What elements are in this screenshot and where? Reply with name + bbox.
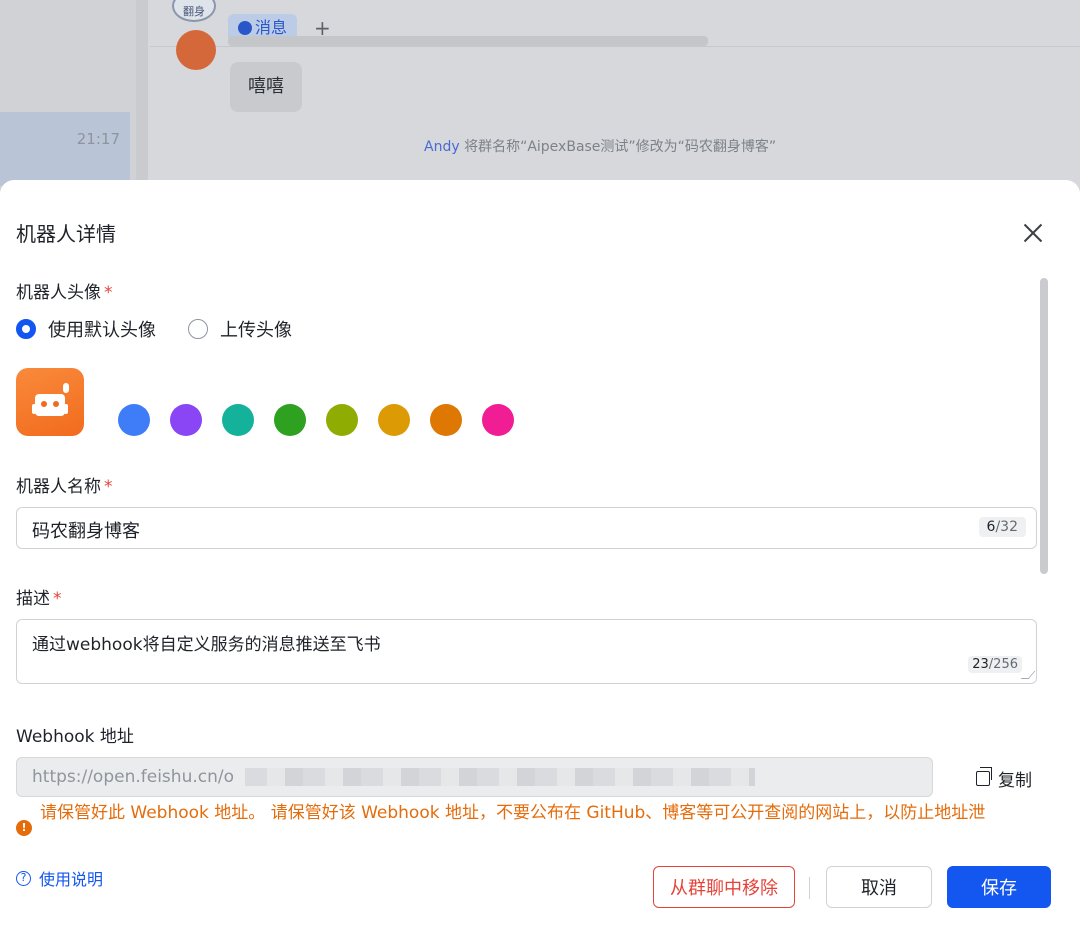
conversation-list: 21:17 (0, 0, 136, 200)
radio-default-avatar[interactable]: 使用默认头像 (16, 316, 156, 342)
description-label: 描述 * (16, 584, 62, 609)
avatar-color-swatch[interactable] (170, 404, 202, 436)
save-button[interactable]: 保存 (947, 866, 1051, 908)
description-textarea[interactable]: 通过webhook将自定义服务的消息推送至飞书 23/256 (16, 619, 1037, 684)
scrollbar-thumb[interactable] (1040, 278, 1048, 574)
tab-messages-label: 消息 (255, 18, 288, 37)
bot-avatar[interactable] (176, 30, 216, 70)
avatar-color-swatch[interactable] (118, 404, 150, 436)
description-char-counter: 23/256 (968, 656, 1022, 673)
warning-text: 请保管好此 Webhook 地址。 请保管好该 Webhook 地址，不要公布在… (40, 803, 986, 823)
chat-header-divider (150, 46, 1080, 47)
avatar-color-swatch[interactable] (274, 404, 306, 436)
conversation-time: 21:17 (76, 130, 120, 148)
name-char-counter: 6/32 (978, 517, 1026, 537)
message-icon (238, 21, 252, 35)
avatar-radio-group: 使用默认头像 上传头像 (16, 317, 292, 341)
button-divider (809, 877, 810, 899)
avatar-color-swatch[interactable] (430, 404, 462, 436)
resize-handle-icon[interactable] (1020, 671, 1036, 679)
avatar-color-swatch[interactable] (326, 404, 358, 436)
avatar-color-picker (118, 404, 534, 436)
help-label: 使用说明 (39, 870, 104, 889)
cancel-button[interactable]: 取消 (826, 866, 932, 908)
pane-divider[interactable] (136, 0, 148, 200)
radio-unchecked-icon (188, 319, 208, 339)
avatar-color-swatch[interactable] (222, 404, 254, 436)
avatar-color-swatch[interactable] (482, 404, 514, 436)
background-chat: 21:17 翻身 消息 + 嘻嘻 Andy 将群名称“AipexBase测试”修… (0, 0, 1080, 200)
webhook-url-field[interactable]: https://open.feishu.cn/o (16, 757, 933, 797)
webhook-url-value: https://open.feishu.cn/o (32, 767, 234, 787)
conversation-item-active[interactable]: 21:17 (0, 112, 130, 186)
robot-antenna (63, 383, 69, 393)
robot-avatar-preview (16, 368, 84, 436)
copy-button[interactable]: 复制 (976, 766, 1032, 791)
system-message: Andy 将群名称“AipexBase测试”修改为“码农翻身博客” (424, 136, 776, 156)
message-bubble: 嘻嘻 (230, 62, 302, 112)
desc-count: 23 (972, 657, 989, 672)
description-value: 通过webhook将自定义服务的消息推送至飞书 (32, 635, 381, 655)
question-icon: ? (16, 870, 31, 886)
required-mark: * (104, 283, 113, 303)
close-icon[interactable] (1020, 220, 1046, 246)
avatar-label-text: 机器人头像 (16, 283, 101, 303)
system-message-actor[interactable]: Andy (424, 139, 460, 155)
help-link[interactable]: ? 使用说明 (16, 866, 103, 890)
avatar-color-swatch[interactable] (378, 404, 410, 436)
remove-from-group-button[interactable]: 从群聊中移除 (653, 866, 795, 908)
radio-default-avatar-label: 使用默认头像 (48, 320, 156, 341)
required-mark: * (104, 477, 113, 497)
avatar-label: 机器人头像 * (16, 278, 113, 303)
system-message-text: 将群名称“AipexBase测试”修改为“码农翻身博客” (459, 139, 777, 155)
blurred-sender (228, 36, 708, 46)
radio-upload-avatar-label: 上传头像 (220, 320, 292, 341)
copy-icon (976, 767, 992, 786)
radio-upload-avatar[interactable]: 上传头像 (188, 316, 292, 342)
name-label-text: 机器人名称 (16, 477, 101, 497)
description-label-text: 描述 (16, 589, 50, 609)
bot-name-value: 码农翻身博客 (32, 521, 140, 542)
redacted-mask (245, 768, 755, 786)
copy-label: 复制 (998, 771, 1032, 791)
bot-name-input[interactable]: 码农翻身博客 6/32 (16, 507, 1037, 549)
bot-details-dialog: 机器人详情 机器人头像 * 使用默认头像 上传头像 机器人名称 * 码农翻身博客 6… (0, 180, 1080, 928)
dialog-title: 机器人详情 (16, 222, 116, 246)
warning-icon: ! (16, 820, 32, 836)
required-mark: * (53, 589, 62, 609)
desc-max: /256 (988, 657, 1018, 672)
webhook-warning: ! 请保管好此 Webhook 地址。 请保管好该 Webhook 地址，不要公… (16, 802, 1040, 838)
webhook-label: Webhook 地址 (16, 727, 134, 747)
radio-checked-icon (16, 319, 36, 339)
name-max: /32 (995, 519, 1018, 535)
robot-icon (35, 394, 65, 416)
name-label: 机器人名称 * (16, 472, 113, 497)
